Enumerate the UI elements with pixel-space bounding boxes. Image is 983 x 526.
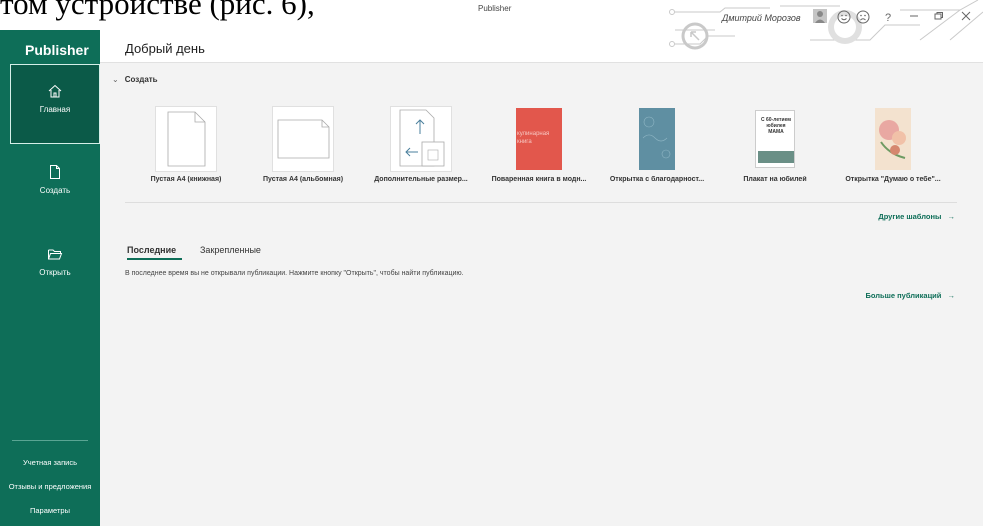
template-card[interactable]: С 60-летием юбилея МАМА Плакат на юбилей [716, 106, 834, 183]
template-label: Открытка с благодарност... [609, 176, 705, 183]
sidebar-item-open[interactable]: Открыть [10, 228, 100, 308]
template-card[interactable]: Открытка "Думаю о тебе"... [834, 106, 952, 183]
restore-icon[interactable] [930, 10, 946, 26]
more-templates-label: Другие шаблоны [878, 212, 942, 221]
template-label: Пустая A4 (альбомная) [262, 176, 344, 183]
close-icon[interactable] [958, 10, 974, 26]
jubilee-poster-thumbnail: С 60-летием юбилея МАМА [755, 110, 795, 168]
thinking-of-you-card-thumbnail [875, 108, 911, 170]
template-card[interactable]: Дополнительные размер... [362, 106, 480, 183]
smiley-feedback-icon[interactable] [836, 10, 852, 26]
create-heading: Создать [124, 75, 158, 84]
new-file-icon [50, 165, 60, 179]
thank-you-card-thumbnail [639, 108, 675, 170]
tab-recent[interactable]: Последние [127, 245, 176, 255]
template-label: Пустая A4 (книжная) [150, 176, 222, 183]
template-card[interactable]: Открытка с благодарност... [598, 106, 716, 183]
window-title: Publisher [478, 4, 512, 13]
sidebar-options-link[interactable]: Параметры [0, 506, 100, 515]
template-card[interactable]: кулинарная книга Поваренная книга в модн… [480, 106, 598, 183]
create-section-toggle[interactable]: ⌄ Создать [112, 75, 158, 84]
home-icon [48, 84, 62, 98]
sidebar-feedback-link[interactable]: Отзывы и предложения [0, 482, 100, 491]
frown-feedback-icon[interactable] [855, 10, 871, 26]
active-tab-indicator [127, 258, 182, 260]
document-text-snippet: том устройстве (рис. 6), [0, 0, 430, 30]
app-brand: Publisher [25, 42, 89, 58]
blank-portrait-thumbnail [155, 106, 217, 172]
sidebar: Publisher Главная Создать Открыть Учетна… [0, 30, 100, 526]
template-label: Дополнительные размер... [374, 176, 468, 183]
sidebar-item-label: Открыть [39, 268, 71, 277]
page-title: Добрый день [125, 41, 205, 56]
chevron-down-icon: ⌄ [112, 75, 119, 84]
template-label: Открытка "Думаю о тебе"... [845, 176, 941, 183]
section-divider [125, 202, 957, 203]
publisher-window: том устройстве (рис. 6), Publisher Дмитр… [0, 0, 983, 526]
template-label: Плакат на юбилей [743, 176, 807, 183]
sidebar-item-home[interactable]: Главная [10, 64, 100, 144]
user-name[interactable]: Дмитрий Морозов [722, 13, 801, 23]
cookbook-cover-text: кулинарная книга [517, 131, 550, 145]
document-text: том устройстве (рис. 6), [0, 0, 315, 21]
more-publications-link[interactable]: Больше публикаций → [865, 291, 955, 300]
main-content: Добрый день ⌄ Создать Пустая A4 (книжная)… [100, 30, 983, 526]
user-avatar-icon[interactable] [812, 9, 828, 25]
empty-recent-message: В последнее время вы не открывали публик… [125, 270, 464, 277]
arrow-right-icon: → [947, 212, 956, 221]
more-publications-label: Больше публикаций [865, 291, 942, 300]
more-sizes-thumbnail [390, 106, 452, 172]
sidebar-account-link[interactable]: Учетная запись [0, 458, 100, 467]
sidebar-divider [12, 440, 88, 441]
cookbook-cover-thumbnail: кулинарная книга [516, 108, 562, 170]
poster-cover-text: С 60-летием юбилея МАМА [761, 117, 791, 135]
help-icon[interactable]: ? [880, 10, 896, 26]
template-card[interactable]: Пустая A4 (альбомная) [244, 106, 362, 183]
folder-open-icon [48, 249, 63, 260]
arrow-right-icon: → [947, 291, 956, 300]
tab-pinned[interactable]: Закрепленные [200, 245, 261, 255]
template-card[interactable]: Пустая A4 (книжная) [127, 106, 245, 183]
blank-landscape-thumbnail [272, 106, 334, 172]
sidebar-item-label: Создать [39, 186, 71, 195]
poster-photo-strip [758, 151, 794, 163]
template-label: Поваренная книга в модн... [491, 176, 587, 183]
sidebar-item-new[interactable]: Создать [10, 146, 100, 226]
minimize-icon[interactable] [906, 10, 922, 26]
more-templates-link[interactable]: Другие шаблоны → [878, 212, 955, 221]
sidebar-item-label: Главная [39, 105, 71, 114]
